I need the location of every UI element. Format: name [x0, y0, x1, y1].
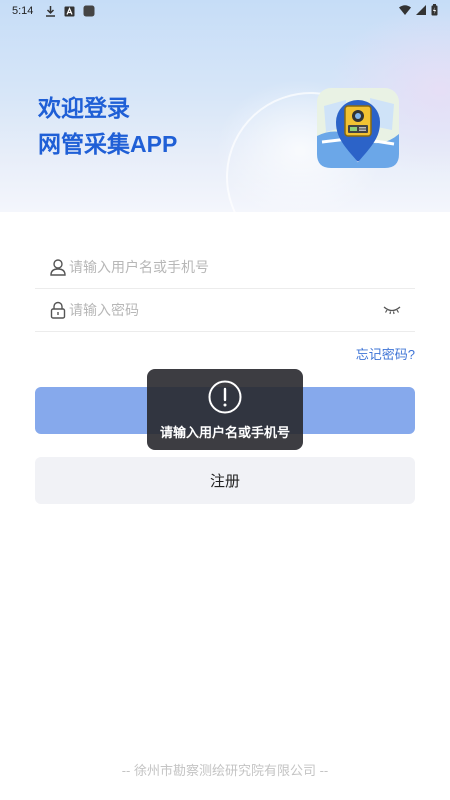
app-square-icon [83, 5, 95, 17]
lock-icon [47, 299, 69, 321]
username-row [35, 246, 415, 289]
password-row [35, 289, 415, 332]
signal-icon [416, 4, 426, 18]
forgot-password-link[interactable]: 忘记密码? [356, 344, 415, 363]
password-input[interactable] [69, 295, 381, 325]
welcome-title: 欢迎登录 网管采集APP [38, 90, 177, 162]
toast-message: 请输入用户名或手机号 [147, 369, 303, 450]
login-form: 忘记密码? [35, 246, 415, 362]
download-icon [45, 5, 56, 17]
status-time: 5:14 [12, 5, 34, 17]
toast-text: 请输入用户名或手机号 [159, 425, 290, 440]
welcome-line-2: 网管采集APP [38, 131, 178, 157]
eye-closed-icon[interactable] [381, 299, 403, 321]
username-input[interactable] [69, 252, 415, 282]
status-bar: 5:14 [0, 0, 450, 22]
a-icon [64, 6, 75, 17]
welcome-line-1: 欢迎登录 [38, 95, 130, 121]
wifi-icon [399, 4, 411, 18]
battery-icon [431, 3, 438, 19]
register-button[interactable]: 注册 [35, 457, 415, 504]
user-icon [47, 256, 69, 278]
app-logo-icon [316, 86, 400, 170]
footer-company: -- 徐州市勘察测绘研究院有限公司 -- [121, 763, 329, 778]
exclamation-circle-icon [208, 380, 242, 414]
